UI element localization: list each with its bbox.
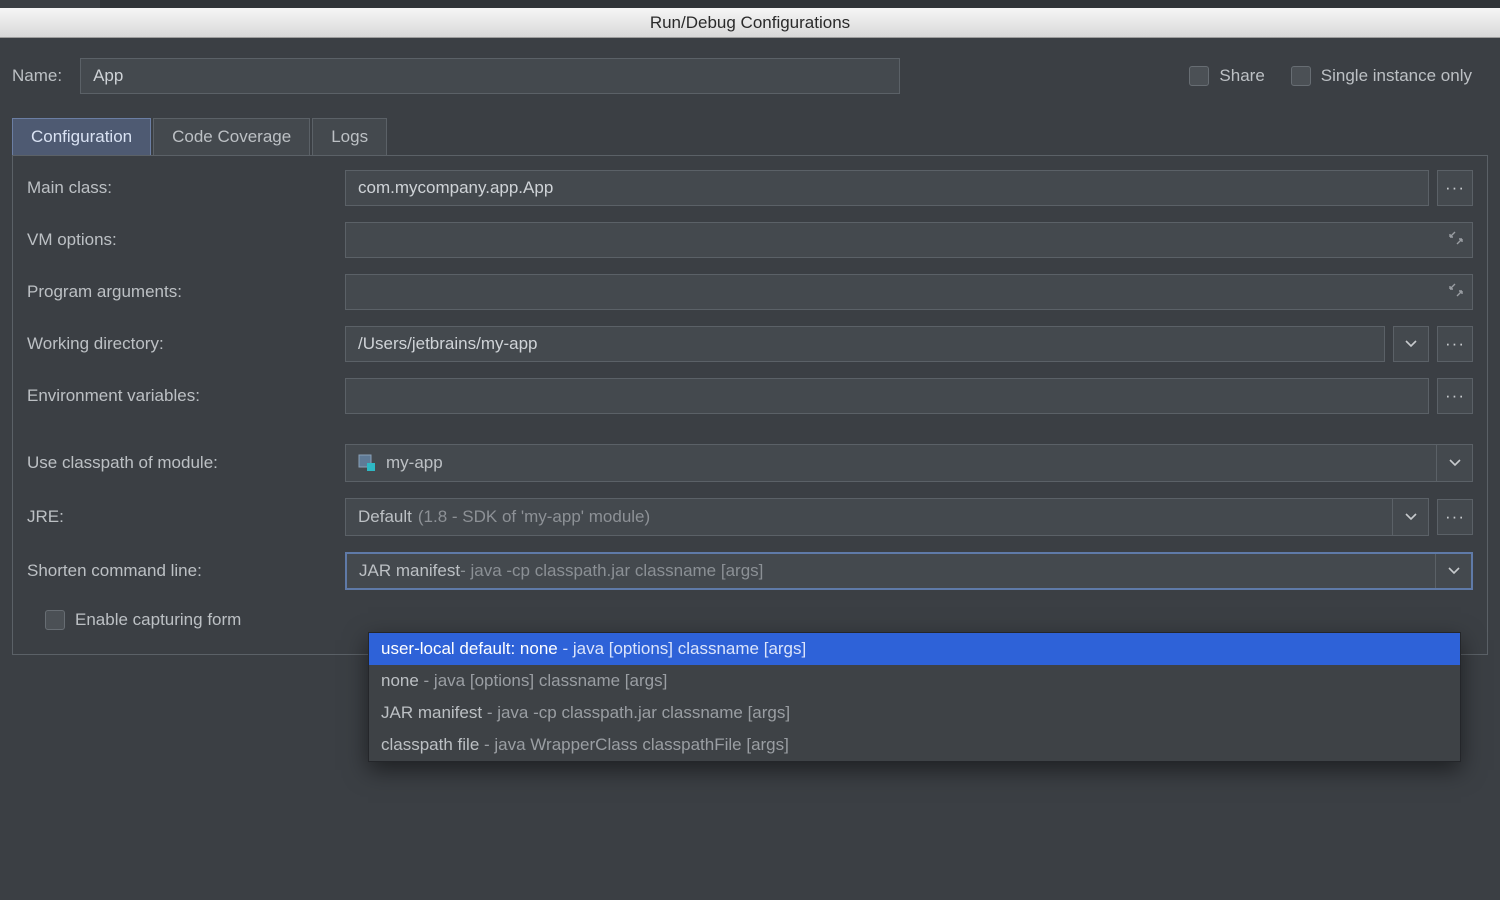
checkbox-box-icon	[1189, 66, 1209, 86]
name-label: Name:	[12, 66, 62, 86]
ellipsis-icon: ···	[1445, 178, 1465, 198]
chevron-down-icon	[1435, 554, 1471, 588]
single-instance-checkbox-label: Single instance only	[1321, 66, 1472, 86]
working-directory-input[interactable]	[345, 326, 1385, 362]
jre-value: Default	[358, 507, 412, 527]
environment-variables-label: Environment variables:	[27, 386, 337, 406]
shorten-option-detail: - java WrapperClass classpathFile [args]	[479, 735, 789, 754]
shorten-option-primary: classpath file	[381, 735, 479, 754]
main-class-input[interactable]	[345, 170, 1429, 206]
shorten-command-line-label: Shorten command line:	[27, 561, 337, 581]
shorten-command-line-detail: - java -cp classpath.jar classname [args…	[460, 561, 763, 581]
working-directory-dropdown-button[interactable]	[1393, 326, 1429, 362]
chevron-down-icon	[1405, 340, 1417, 348]
shorten-option-detail: - java -cp classpath.jar classname [args…	[482, 703, 790, 722]
single-instance-checkbox[interactable]: Single instance only	[1291, 66, 1472, 86]
main-class-browse-button[interactable]: ···	[1437, 170, 1473, 206]
window-title-text: Run/Debug Configurations	[650, 13, 850, 32]
share-checkbox[interactable]: Share	[1189, 66, 1264, 86]
environment-variables-input[interactable]	[345, 378, 1429, 414]
tab-configuration[interactable]: Configuration	[12, 118, 151, 155]
shorten-option-detail: - java [options] classname [args]	[558, 639, 807, 658]
shorten-option[interactable]: classpath file - java WrapperClass class…	[369, 729, 1460, 761]
vm-options-label: VM options:	[27, 230, 337, 250]
chevron-down-icon	[1436, 445, 1472, 481]
jre-combobox[interactable]: Default (1.8 - SDK of 'my-app' module)	[345, 498, 1429, 536]
vm-options-input[interactable]	[345, 222, 1473, 258]
checkbox-box-icon	[1291, 66, 1311, 86]
program-arguments-label: Program arguments:	[27, 282, 337, 302]
shorten-option-primary: user-local default: none	[381, 639, 558, 658]
checkbox-box-icon	[45, 610, 65, 630]
tab-strip: Configuration Code Coverage Logs	[12, 118, 1488, 155]
shorten-option-primary: none	[381, 671, 419, 690]
module-icon	[358, 454, 376, 472]
tab-logs[interactable]: Logs	[312, 118, 387, 155]
name-input[interactable]	[80, 58, 900, 94]
working-directory-browse-button[interactable]: ···	[1437, 326, 1473, 362]
shorten-option-primary: JAR manifest	[381, 703, 482, 722]
enable-capturing-form-checkbox[interactable]: Enable capturing form	[45, 610, 241, 630]
shorten-option[interactable]: none - java [options] classname [args]	[369, 665, 1460, 697]
shorten-command-line-dropdown: user-local default: none - java [options…	[368, 632, 1461, 762]
shorten-option[interactable]: user-local default: none - java [options…	[369, 633, 1460, 665]
tab-code-coverage[interactable]: Code Coverage	[153, 118, 310, 155]
enable-capturing-form-label: Enable capturing form	[75, 610, 241, 630]
window-title: Run/Debug Configurations	[0, 8, 1500, 38]
program-arguments-input[interactable]	[345, 274, 1473, 310]
working-directory-label: Working directory:	[27, 334, 337, 354]
jre-label: JRE:	[27, 507, 337, 527]
environment-variables-browse-button[interactable]: ···	[1437, 378, 1473, 414]
chevron-down-icon	[1392, 499, 1428, 535]
classpath-module-value: my-app	[386, 453, 443, 473]
configuration-panel: Main class: ··· VM options: Program argu…	[12, 155, 1488, 655]
shorten-option-detail: - java [options] classname [args]	[419, 671, 668, 690]
ellipsis-icon: ···	[1445, 334, 1465, 354]
ellipsis-icon: ···	[1445, 507, 1465, 527]
configuration-form: Name: Share Single instance only Configu…	[0, 38, 1500, 900]
shorten-option[interactable]: JAR manifest - java -cp classpath.jar cl…	[369, 697, 1460, 729]
share-checkbox-label: Share	[1219, 66, 1264, 86]
jre-hint: (1.8 - SDK of 'my-app' module)	[418, 507, 650, 527]
classpath-module-combobox[interactable]: my-app	[345, 444, 1473, 482]
main-class-label: Main class:	[27, 178, 337, 198]
shorten-command-line-value: JAR manifest	[359, 561, 460, 581]
ellipsis-icon: ···	[1445, 386, 1465, 406]
jre-browse-button[interactable]: ···	[1437, 499, 1473, 535]
shorten-command-line-combobox[interactable]: JAR manifest - java -cp classpath.jar cl…	[345, 552, 1473, 590]
classpath-module-label: Use classpath of module:	[27, 453, 337, 473]
